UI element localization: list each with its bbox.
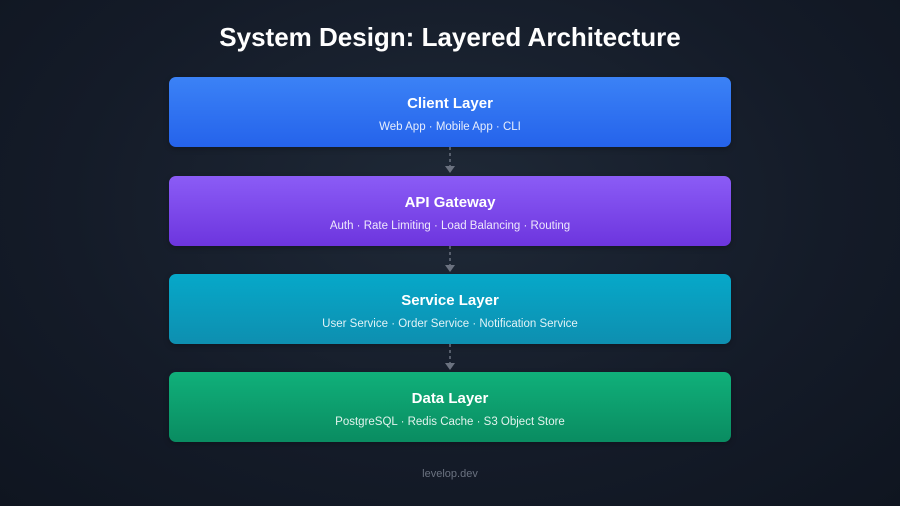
- layer-name: API Gateway: [404, 194, 496, 211]
- data-layer-box: Data Layer PostgreSQL · Redis Cache · S3…: [169, 372, 731, 442]
- layer-description: PostgreSQL · Redis Cache · S3 Object Sto…: [335, 416, 565, 428]
- page-title: System Design: Layered Architecture: [219, 22, 681, 52]
- layer-description: Auth · Rate Limiting · Load Balancing · …: [329, 220, 571, 232]
- client-layer-box: Client Layer Web App · Mobile App · CLI: [169, 77, 731, 147]
- down-arrow-icon: [445, 344, 455, 370]
- layer-name: Client Layer: [407, 95, 493, 112]
- service-layer-box: Service Layer User Service · Order Servi…: [169, 274, 731, 344]
- footer-credit: levelop.dev: [422, 468, 478, 480]
- layer-name: Data Layer: [411, 390, 489, 407]
- down-arrow-icon: [445, 147, 455, 173]
- layer-name: Service Layer: [401, 292, 499, 309]
- down-arrow-icon: [445, 246, 455, 272]
- layer-description: Web App · Mobile App · CLI: [379, 121, 521, 133]
- api-gateway-box: API Gateway Auth · Rate Limiting · Load …: [169, 176, 731, 246]
- layer-description: User Service · Order Service · Notificat…: [322, 318, 578, 330]
